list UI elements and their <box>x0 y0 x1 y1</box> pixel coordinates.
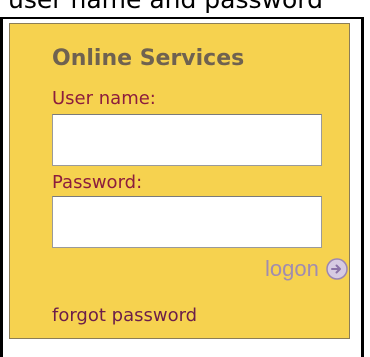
panel-title: Online Services <box>52 46 245 71</box>
password-field[interactable] <box>52 196 322 248</box>
logon-label: logon <box>265 256 319 281</box>
password-label: Password: <box>52 172 143 193</box>
username-label: User name: <box>52 88 156 109</box>
logon-button[interactable]: logon <box>265 256 349 282</box>
page-caption: user name and password <box>8 0 323 14</box>
arrow-right-circle-icon <box>326 258 348 280</box>
forgot-password-link[interactable]: forgot password <box>52 305 197 326</box>
username-field[interactable] <box>52 114 322 166</box>
